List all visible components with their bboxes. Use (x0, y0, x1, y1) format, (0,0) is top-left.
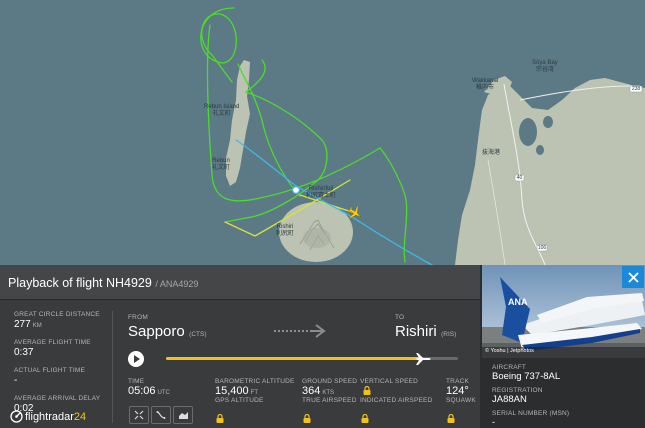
radar-icon (10, 410, 23, 423)
playback-title: Playback of flight NH4929 / ANA4929 (8, 276, 198, 290)
metric-ground-speed: GROUND SPEED 364 KTS TRUE AIRSPEED (302, 378, 357, 404)
registration-label: REGISTRATION (492, 387, 543, 394)
from-label: FROM (128, 314, 148, 321)
playback-progress (166, 357, 423, 360)
route-arrow-icon (274, 324, 326, 338)
metric-time: TIME 05:06 UTC (128, 378, 170, 397)
toggle-graph-button[interactable] (173, 406, 193, 424)
track-label: TRACK (446, 378, 470, 385)
serial-label: SERIAL NUMBER (MSN) (492, 410, 570, 417)
flight-callsign: / ANA4929 (155, 279, 199, 289)
actual-time-label: ACTUAL FLIGHT TIME (14, 367, 86, 374)
metric-vertical-speed: VERTICAL SPEED INDICATED AIRSPEED (360, 378, 432, 404)
aircraft-photo[interactable]: ANA © Yoshu | Jetphotos (482, 265, 645, 358)
to-city[interactable]: Rishiri (395, 323, 437, 340)
metric-baro-altitude: BAROMETRIC ALTITUDE 15,400 FT GPS ALTITUD… (215, 378, 295, 404)
avg-delay-label: AVERAGE ARRIVAL DELAY (14, 395, 101, 402)
time-unit: UTC (157, 390, 170, 396)
squawk-label: SQUAWK (446, 397, 476, 404)
squawk-lock-icon (447, 414, 455, 423)
aircraft-type-value: Boeing 737-8AL (492, 371, 561, 382)
logo-number: 24 (73, 410, 87, 423)
aircraft-type-label: AIRCRAFT (492, 364, 527, 371)
close-button[interactable] (622, 266, 644, 288)
gcd-unit: KM (32, 323, 42, 329)
time-label: TIME (128, 378, 145, 385)
time-value-row: 05:06 UTC (128, 385, 170, 397)
rishiri-airport-marker (292, 186, 301, 195)
to-airport: Rishiri (RIS) (395, 323, 456, 341)
ias-lock-icon (361, 414, 369, 423)
gps-label: GPS ALTITUDE (215, 397, 264, 404)
avg-time-label: AVERAGE FLIGHT TIME (14, 339, 91, 346)
baro-label: BAROMETRIC ALTITUDE (215, 378, 295, 385)
map-label-rebun-island: Rebun Island 礼文町 (204, 104, 240, 117)
logo-text: flightradar (25, 410, 74, 423)
chart-icon (178, 412, 188, 419)
panel-header: Playback of flight NH4929 / ANA4929 (0, 265, 482, 300)
gs-value: 364 (302, 385, 321, 397)
flight-playback-panel: Playback of flight NH4929 / ANA4929 GREA… (0, 265, 482, 428)
gs-unit: KTS (322, 390, 335, 396)
flightradar24-logo[interactable]: flightradar 24 (10, 410, 86, 423)
gcd-value-row: 277 KM (14, 319, 109, 330)
aircraft-photo-image: ANA (482, 265, 645, 358)
crosshair-icon (134, 410, 144, 420)
panel-divider (112, 311, 113, 423)
to-label: TO (395, 314, 405, 321)
route-icon (156, 411, 166, 419)
gs-label: GROUND SPEED (302, 378, 358, 385)
registration-value[interactable]: JA88AN (492, 394, 642, 405)
toggle-route-button[interactable] (151, 406, 171, 424)
avg-time-value: 0:37 (14, 347, 34, 358)
flight-title: Playback of flight NH4929 (8, 276, 152, 290)
gcd-value: 277 (14, 319, 31, 330)
baro-value-row: 15,400 FT (215, 385, 295, 397)
gs-value-row: 364 KTS (302, 385, 357, 397)
baro-unit: FT (250, 390, 258, 396)
road-label-238: 238 (631, 86, 641, 92)
close-icon (627, 271, 639, 283)
vs-lock-icon (363, 386, 371, 395)
from-airport: Sapporo (CTS) (128, 323, 207, 341)
actual-time-value: - (14, 375, 18, 386)
map-label-bakkai: 抜海港 (482, 150, 501, 156)
from-code: (CTS) (189, 331, 207, 338)
toggle-3d-view-button[interactable] (129, 406, 149, 424)
gcd-label: GREAT CIRCLE DISTANCE (14, 311, 100, 318)
map-label-soya-bay: Sōya Bay 宗谷湾 (532, 60, 558, 73)
play-button[interactable] (128, 351, 144, 367)
tas-lock-icon (303, 414, 311, 423)
playback-scrubber-plane-icon[interactable] (414, 351, 432, 367)
to-code: (RIS) (441, 331, 457, 338)
svg-text:ANA: ANA (508, 297, 528, 307)
vs-label: VERTICAL SPEED (360, 378, 419, 385)
map-label-wakkanai: Wakkanai 稚内市 (472, 78, 499, 91)
map-label-rishirifuji: Rishirifuji 利尻富士町 (306, 186, 337, 199)
map-label-rishiri: Rishiri 利尻町 (276, 224, 295, 237)
tas-label: TRUE AIRSPEED (302, 397, 357, 404)
gps-lock-icon (216, 414, 224, 423)
from-city[interactable]: Sapporo (128, 323, 185, 340)
baro-value: 15,400 (215, 385, 249, 397)
flight-stats: GREAT CIRCLE DISTANCE 277 KM AVERAGE FLIG… (14, 311, 109, 414)
track-value: 124° (446, 385, 469, 397)
map-label-rebun: Rebun 礼文町 (212, 158, 231, 171)
ias-label: INDICATED AIRSPEED (360, 397, 433, 404)
play-icon (133, 355, 140, 363)
serial-value: - (492, 417, 495, 427)
aircraft-details: AIRCRAFT Boeing 737-8AL REGISTRATION JA8… (492, 364, 642, 427)
metric-track: TRACK 124° SQUAWK (446, 378, 476, 404)
photo-credit[interactable]: © Yoshu | Jetphotos (485, 348, 534, 354)
road-label-106: 106 (537, 245, 547, 251)
road-label-40: 40 (516, 175, 523, 181)
time-value: 05:06 (128, 385, 156, 397)
